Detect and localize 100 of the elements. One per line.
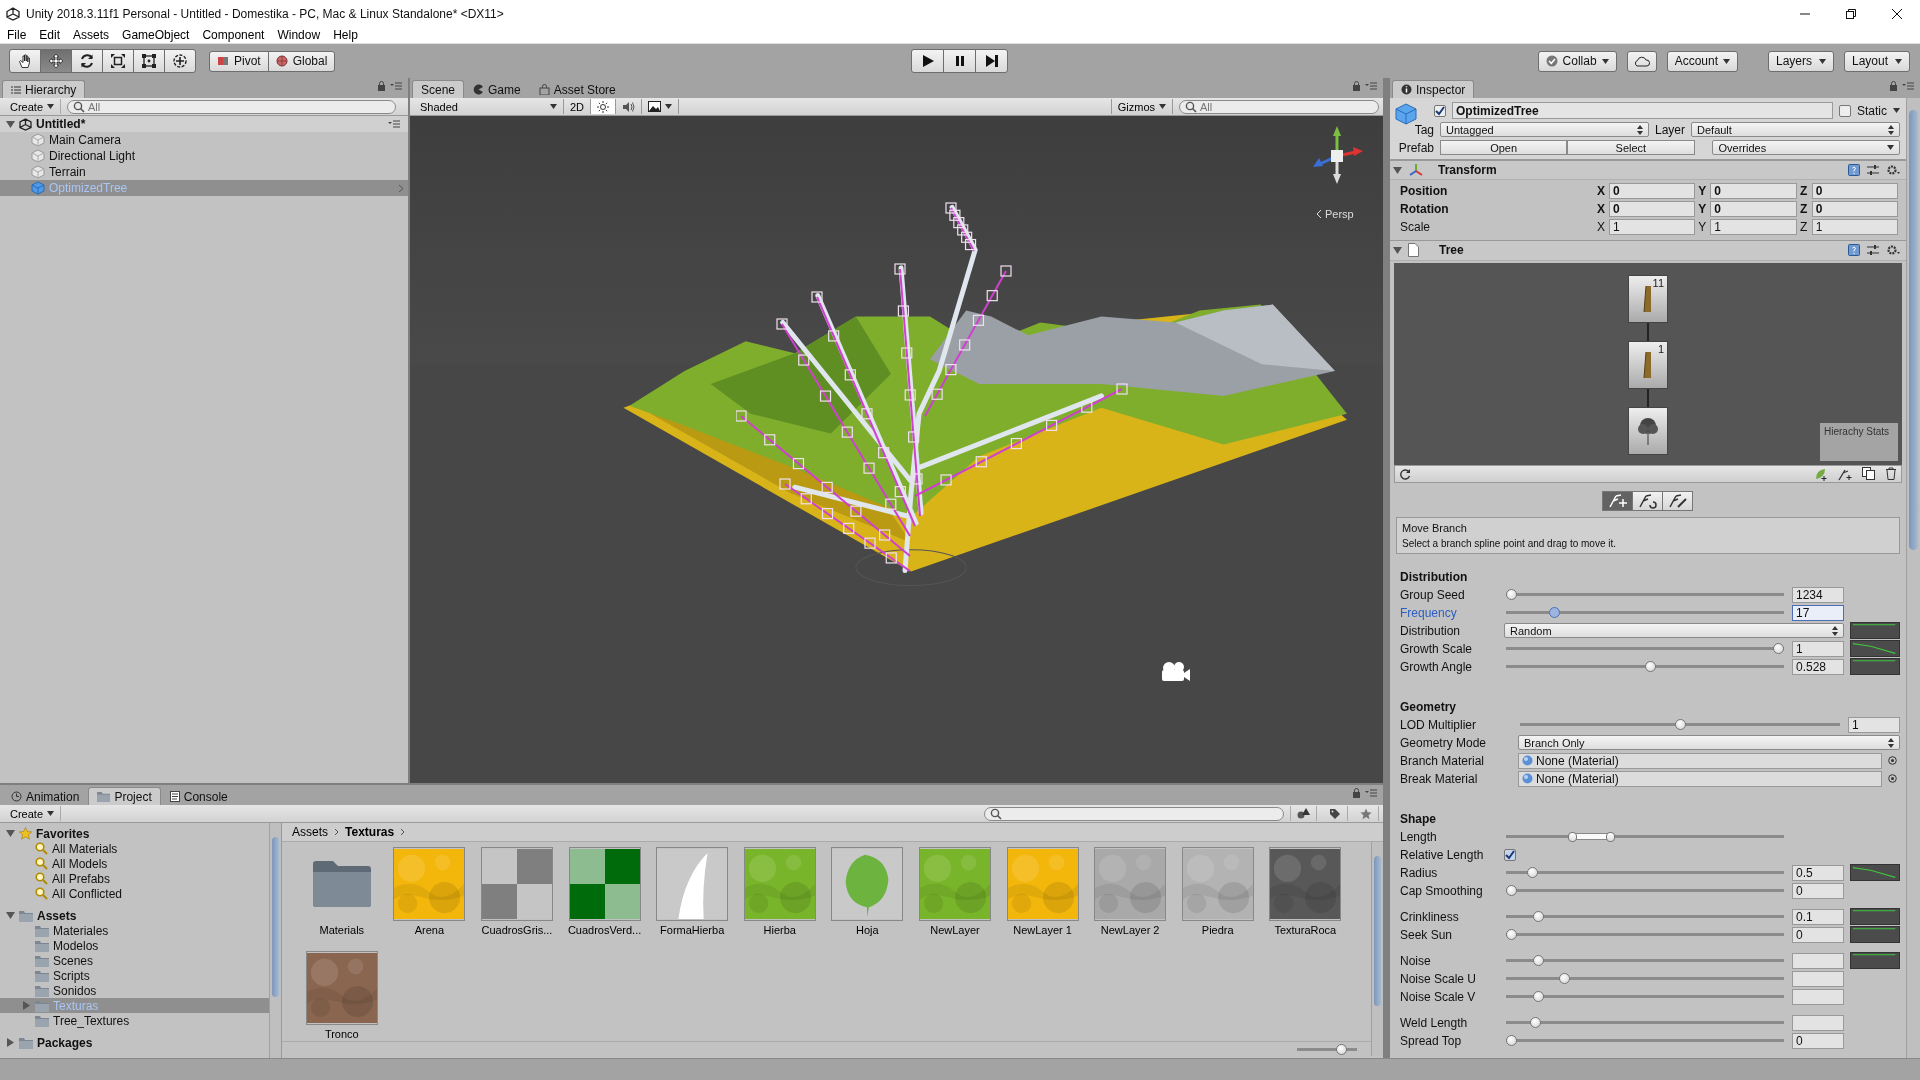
overrides-dropdown[interactable]: Overrides — [1712, 140, 1900, 155]
tree-item[interactable]: Modelos — [53, 938, 99, 953]
curve-preview[interactable] — [1850, 658, 1900, 676]
number-field[interactable]: 1 — [1848, 717, 1900, 733]
scrollbar[interactable] — [269, 823, 281, 1058]
breadcrumb-item[interactable]: Texturas — [345, 825, 395, 839]
active-checkbox[interactable] — [1434, 104, 1446, 117]
slider-thumb[interactable] — [1506, 1035, 1517, 1046]
menu-item[interactable]: Assets — [73, 28, 110, 42]
number-field[interactable] — [1792, 1015, 1844, 1031]
curve-preview[interactable] — [1850, 640, 1900, 658]
scene-name[interactable]: Untitled* — [36, 117, 86, 131]
disclosure-triangle-icon[interactable] — [1393, 245, 1402, 255]
asset-name[interactable]: FormaHierba — [660, 924, 725, 936]
shading-dropdown[interactable]: Shaded — [414, 99, 564, 114]
edit-mode-button[interactable] — [1632, 491, 1663, 511]
edit-mode-button[interactable] — [1662, 491, 1693, 511]
asset-name[interactable]: NewLayer — [930, 924, 980, 936]
curve-preview[interactable] — [1850, 864, 1900, 882]
menu-item[interactable]: Component — [202, 28, 265, 42]
number-field[interactable]: 0 — [1792, 883, 1844, 899]
slider-thumb[interactable] — [1644, 661, 1656, 672]
tree-item[interactable]: Packages — [37, 1035, 93, 1050]
prefab-button[interactable]: Select — [1567, 140, 1695, 155]
tool-button[interactable] — [133, 49, 165, 73]
number-field[interactable]: 0 — [1710, 183, 1797, 200]
range-handle[interactable] — [1567, 832, 1577, 842]
tool-button[interactable] — [164, 49, 196, 73]
scrollbar[interactable] — [1906, 98, 1920, 1058]
asset-name[interactable]: Arena — [414, 924, 445, 936]
number-field[interactable]: 0 — [1792, 927, 1844, 943]
prefab-button[interactable]: Open — [1440, 140, 1568, 155]
tree-item[interactable]: Tree_Textures — [53, 1013, 130, 1028]
edit-mode-button[interactable] — [1602, 491, 1633, 511]
disclosure-triangle-icon[interactable] — [6, 911, 15, 920]
panel-tab[interactable]: Game — [464, 80, 530, 98]
number-field[interactable]: 0 — [1792, 1033, 1844, 1049]
hierarchy-item[interactable]: Terrain — [49, 165, 86, 179]
branch-node[interactable]: 1 — [1628, 340, 1668, 389]
number-field[interactable]: 0 — [1609, 201, 1696, 218]
tool-button[interactable] — [71, 49, 103, 73]
slider-thumb[interactable] — [1548, 607, 1560, 618]
tree-item[interactable]: All Models — [52, 856, 108, 871]
menu-item[interactable]: Window — [277, 28, 321, 42]
asset-name[interactable]: Hoja — [856, 924, 879, 936]
tree-item[interactable]: All Conflicted — [52, 886, 123, 901]
curve-preview[interactable] — [1850, 622, 1900, 640]
disclosure-triangle-icon[interactable] — [6, 119, 15, 129]
panel-tab[interactable]: Inspector — [1392, 80, 1475, 98]
create-button[interactable]: Create — [4, 99, 62, 114]
layers-button[interactable]: Layers — [1768, 50, 1834, 72]
filter-type-button[interactable] — [1290, 806, 1317, 821]
asset-name[interactable]: Piedra — [1201, 924, 1234, 936]
menu-item[interactable]: Help — [333, 28, 358, 42]
tree-item[interactable]: All Materials — [52, 841, 118, 856]
cloud-button[interactable] — [1626, 50, 1657, 72]
slider-thumb[interactable] — [1336, 1044, 1348, 1055]
slider-thumb[interactable] — [1773, 643, 1784, 654]
asset-name[interactable]: Materials — [319, 924, 365, 936]
lighting-toggle[interactable] — [591, 99, 617, 114]
name-field[interactable]: OptimizedTree — [1452, 102, 1833, 119]
playback-button[interactable] — [943, 49, 976, 73]
menu-item[interactable]: Edit — [39, 28, 61, 42]
search-field[interactable]: All — [67, 99, 396, 114]
tool-button[interactable] — [40, 49, 72, 73]
hierarchy-item[interactable]: Main Camera — [49, 133, 122, 147]
panel-tab[interactable]: Animation — [2, 787, 89, 805]
number-field[interactable]: 0 — [1609, 183, 1696, 200]
scrollbar[interactable] — [1371, 842, 1383, 1056]
leaf-node[interactable] — [1628, 406, 1668, 455]
layer-dropdown[interactable]: Default — [1691, 122, 1900, 137]
search-field[interactable]: All — [1179, 99, 1379, 114]
number-field[interactable]: 0 — [1811, 201, 1898, 218]
slider-thumb[interactable] — [1559, 973, 1571, 984]
panel-tab[interactable]: Asset Store — [529, 80, 625, 98]
disclosure-triangle-icon[interactable] — [6, 829, 15, 838]
static-checkbox[interactable] — [1839, 104, 1851, 117]
disclosure-triangle-icon[interactable] — [6, 1038, 15, 1047]
tree-item[interactable]: Sonidos — [53, 983, 97, 998]
gizmos-dropdown[interactable]: Gizmos — [1110, 99, 1173, 114]
checkbox[interactable] — [1504, 849, 1516, 861]
pivot-button[interactable]: Pivot — [209, 50, 269, 72]
slider-thumb[interactable] — [1674, 719, 1686, 730]
create-button[interactable]: Create — [4, 806, 62, 821]
tree-item[interactable]: Favorites — [36, 826, 90, 841]
slider-thumb[interactable] — [1532, 991, 1544, 1002]
panel-tab[interactable]: Scene — [412, 80, 465, 98]
breadcrumb-item[interactable]: Assets — [292, 825, 328, 839]
slider-thumb[interactable] — [1527, 867, 1539, 878]
tool-button[interactable] — [9, 49, 41, 73]
asset-name[interactable]: NewLayer 2 — [1100, 924, 1160, 936]
number-field[interactable]: 17 — [1792, 605, 1844, 621]
tree-item[interactable]: Assets — [37, 908, 77, 923]
asset-name[interactable]: TexturaRoca — [1274, 924, 1337, 936]
disclosure-triangle-icon[interactable] — [22, 1001, 31, 1010]
menu-item[interactable]: GameObject — [122, 28, 190, 42]
branch-node[interactable]: 11 — [1628, 274, 1668, 323]
slider-thumb[interactable] — [1530, 1017, 1541, 1028]
curve-preview[interactable] — [1850, 926, 1900, 944]
tree-item[interactable]: All Prefabs — [52, 871, 111, 886]
